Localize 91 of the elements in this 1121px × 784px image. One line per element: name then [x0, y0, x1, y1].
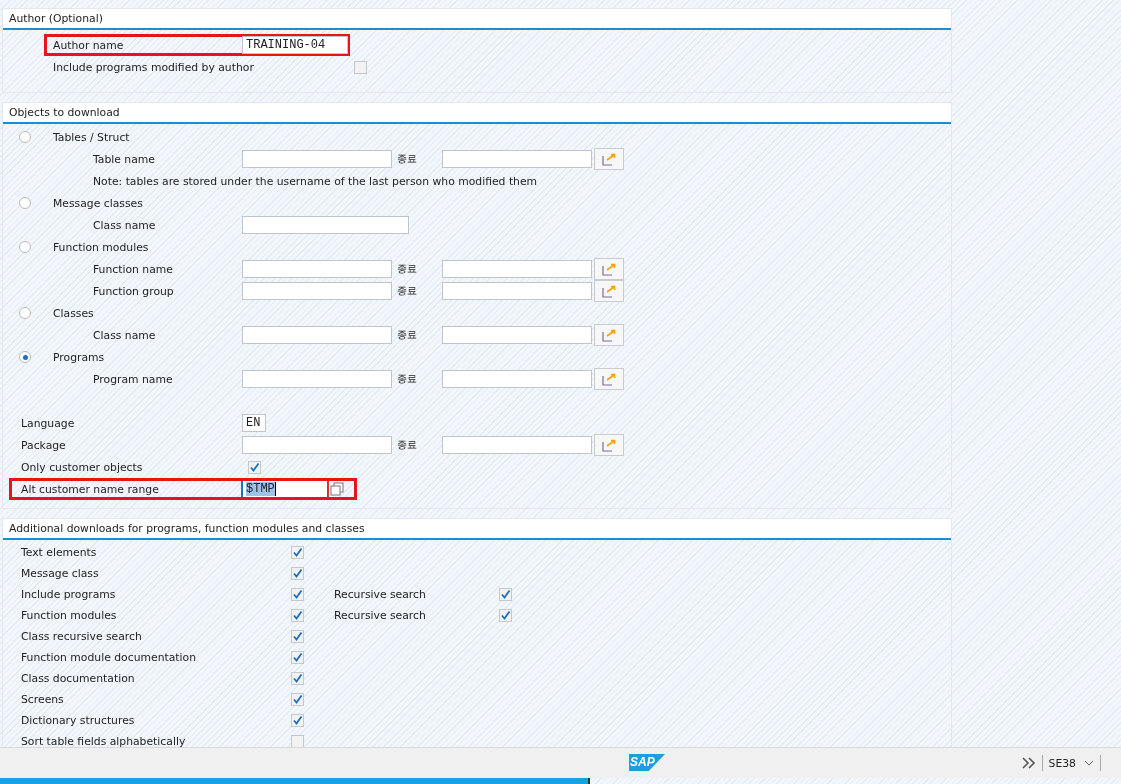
checkbox-label: Include programs [21, 588, 117, 601]
section-title: Additional downloads for programs, function modules and classes [3, 519, 951, 540]
logo: SAP [629, 754, 665, 771]
checkbox-label: Function modules [21, 609, 118, 622]
input-field[interactable] [242, 282, 392, 300]
checkbox[interactable] [291, 588, 304, 601]
transaction-code: SE38 [1048, 756, 1076, 770]
radio-button[interactable] [19, 197, 31, 209]
field-label: Alt customer name range [21, 482, 160, 496]
input-field[interactable] [242, 436, 392, 454]
radio-button[interactable] [19, 351, 31, 363]
checkbox-label: Message class [21, 567, 100, 580]
multiple-selection-icon [602, 284, 616, 298]
checkbox[interactable] [499, 588, 512, 601]
input-field[interactable] [242, 150, 392, 168]
radio-label: Programs [53, 350, 105, 364]
radio-label: Classes [53, 306, 94, 320]
multiple-selection-button[interactable] [594, 324, 624, 346]
input-field[interactable]: EN [242, 414, 266, 432]
radio-button[interactable] [19, 241, 31, 253]
input-field[interactable] [242, 326, 392, 344]
checkbox-label: Recursive search [334, 609, 427, 622]
to-label: 종료 [396, 438, 418, 452]
input-field[interactable] [442, 370, 592, 388]
field-label: Function name [93, 262, 174, 276]
input-field[interactable]: TRAINING-04 [242, 36, 348, 54]
multiple-selection-button[interactable] [594, 434, 624, 456]
radio-button[interactable] [19, 131, 31, 143]
multiple-selection-icon [602, 438, 616, 452]
field-label: Table name [93, 152, 156, 166]
radio-label: Function modules [53, 240, 149, 254]
multiple-selection-icon [602, 262, 616, 276]
section-title: Objects to download [3, 103, 951, 124]
input-field[interactable] [442, 326, 592, 344]
checkbox-label: Recursive search [334, 588, 427, 601]
field-label: Class name [93, 328, 157, 342]
expand-icon[interactable] [1021, 757, 1036, 769]
multiple-selection-button[interactable] [594, 280, 624, 302]
checkbox-label: Class documentation [21, 672, 136, 685]
checkbox-label: Class recursive search [21, 630, 143, 643]
checkbox[interactable] [248, 460, 261, 474]
checkbox[interactable] [291, 735, 304, 747]
to-label: 종료 [396, 152, 418, 166]
field-label: Class name [93, 218, 157, 232]
to-label: 종료 [396, 284, 418, 298]
checkbox-label: Dictionary structures [21, 714, 136, 727]
field-label: Include programs modified by author [53, 60, 255, 74]
note-text: Note: tables are stored under the username of the last person who modified them [93, 174, 538, 188]
radio-label: Tables / Struct [53, 130, 130, 144]
checkbox[interactable] [291, 672, 304, 685]
radio-label: Message classes [53, 196, 143, 210]
multiple-selection-button[interactable] [594, 148, 624, 170]
multiple-selection-icon [602, 328, 616, 342]
checkbox[interactable] [291, 609, 304, 622]
input-field[interactable]: $TMP [242, 480, 328, 498]
input-field[interactable] [242, 260, 392, 278]
checkbox-label: Screens [21, 693, 65, 706]
radio-button[interactable] [19, 307, 31, 319]
field-label: Package [21, 438, 67, 452]
input-field[interactable] [242, 216, 409, 234]
checkbox-label: Function module documentation [21, 651, 198, 664]
to-label: 종료 [396, 372, 418, 386]
checkbox-label: Text elements [21, 546, 98, 559]
field-label: Language [21, 416, 76, 430]
multiple-selection-icon [602, 152, 616, 166]
checkbox[interactable] [291, 630, 304, 643]
input-field[interactable] [442, 260, 592, 278]
multiple-selection-button[interactable] [594, 368, 624, 390]
to-label: 종료 [396, 328, 418, 342]
checkbox-label: Sort table fields alphabetically [21, 735, 187, 747]
input-field[interactable] [442, 150, 592, 168]
field-label: Only customer objects [21, 460, 144, 474]
checkbox[interactable] [354, 60, 367, 74]
checkbox[interactable] [291, 567, 304, 580]
multiple-selection-button[interactable] [594, 258, 624, 280]
checkbox[interactable] [291, 693, 304, 706]
checkbox[interactable] [291, 651, 304, 664]
checkbox[interactable] [291, 714, 304, 727]
checkbox[interactable] [499, 609, 512, 622]
field-label: Program name [93, 372, 174, 386]
multiple-selection-icon [602, 372, 616, 386]
dropdown-icon[interactable] [1084, 760, 1094, 766]
input-field[interactable] [242, 370, 392, 388]
section-title: Author (Optional) [3, 9, 951, 30]
field-label: Function group [93, 284, 175, 298]
checkbox[interactable] [291, 546, 304, 559]
input-field[interactable] [442, 282, 592, 300]
field-label: Author name [53, 38, 125, 52]
search-help-icon[interactable] [330, 482, 344, 496]
input-field[interactable] [442, 436, 592, 454]
to-label: 종료 [396, 262, 418, 276]
